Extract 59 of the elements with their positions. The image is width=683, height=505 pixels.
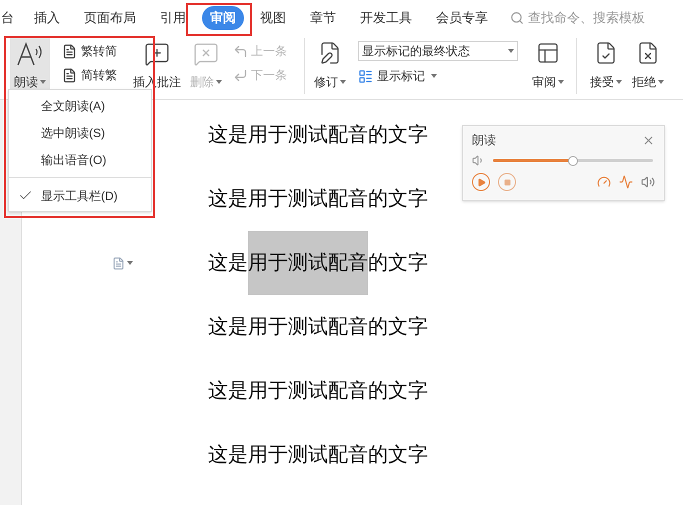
- caret-icon: [127, 261, 133, 265]
- menu-tab[interactable]: 视图: [256, 6, 290, 30]
- menu-item[interactable]: 全文朗读(A): [9, 92, 151, 119]
- convert-button[interactable]: 繁转简: [62, 42, 117, 60]
- arrow-up-icon: [233, 44, 248, 58]
- volume-slider[interactable]: [493, 156, 653, 166]
- stop-button[interactable]: [498, 173, 516, 191]
- search-icon: [510, 11, 524, 25]
- panel-icon: [536, 41, 560, 65]
- show-markup-button[interactable]: 显示标记: [358, 67, 518, 85]
- document-line: 这是用于测试配音的文字: [208, 379, 428, 404]
- stop-icon: [504, 178, 510, 186]
- arrow-down-icon: [233, 68, 248, 82]
- highlight-frame: [186, 3, 252, 36]
- menu-tab[interactable]: 台: [1, 6, 14, 30]
- menu-tab[interactable]: 会员专享: [432, 6, 492, 30]
- menu-tab[interactable]: 开发工具: [356, 6, 416, 30]
- menu-tab[interactable]: 页面布局: [80, 6, 140, 30]
- search-field[interactable]: 查找命令、搜索模板: [510, 8, 658, 28]
- speed-icon[interactable]: [597, 175, 611, 189]
- menu-tab[interactable]: 插入: [30, 6, 64, 30]
- paragraph-icon[interactable]: [112, 256, 133, 270]
- ribbon-button[interactable]: 审阅: [528, 38, 568, 94]
- caret-icon: [616, 80, 622, 84]
- caret-icon: [558, 80, 564, 84]
- close-icon[interactable]: [642, 134, 655, 146]
- document-line: 这是用于测试配音的文字: [208, 231, 428, 295]
- markup-select[interactable]: 显示标记的最终状态: [358, 41, 518, 61]
- menu-item[interactable]: 输出语音(O): [9, 146, 151, 173]
- menu-tab[interactable]: 章节: [306, 6, 340, 30]
- document-icon: [62, 68, 77, 82]
- document-line: 这是用于测试配音的文字: [208, 123, 428, 148]
- ribbon-button[interactable]: 接受: [585, 38, 627, 94]
- caret-icon: [658, 80, 664, 84]
- pulse-icon[interactable]: [619, 175, 633, 189]
- convert-button[interactable]: 简转繁: [62, 66, 117, 84]
- document-line: 这是用于测试配音的文字: [208, 315, 428, 340]
- document-line: 这是用于测试配音的文字: [208, 443, 428, 468]
- caret-icon: [216, 80, 222, 84]
- menu-item[interactable]: 显示工具栏(D): [9, 182, 151, 209]
- menu-tab[interactable]: 审阅: [202, 6, 244, 30]
- document-line: 这是用于测试配音的文字: [208, 187, 428, 212]
- menu-item[interactable]: 选中朗读(S): [9, 119, 151, 146]
- caret-icon: [508, 49, 514, 53]
- caret-icon: [431, 74, 437, 78]
- speaker-icon[interactable]: [641, 175, 655, 189]
- document-icon: [62, 44, 77, 58]
- ribbon-button[interactable]: 拒绝: [627, 38, 669, 94]
- menu-tab[interactable]: 引用: [156, 6, 190, 30]
- volume-icon: [472, 154, 485, 167]
- comment-plus-icon: [144, 41, 170, 67]
- markup-icon: [358, 68, 373, 84]
- comment-x-icon: [193, 41, 219, 67]
- caret-icon: [40, 80, 46, 84]
- caret-icon: [340, 80, 346, 84]
- play-icon: [476, 178, 486, 186]
- ribbon-button[interactable]: 修订: [310, 38, 350, 94]
- play-button[interactable]: [472, 173, 490, 191]
- panel-title: 朗读: [472, 132, 496, 149]
